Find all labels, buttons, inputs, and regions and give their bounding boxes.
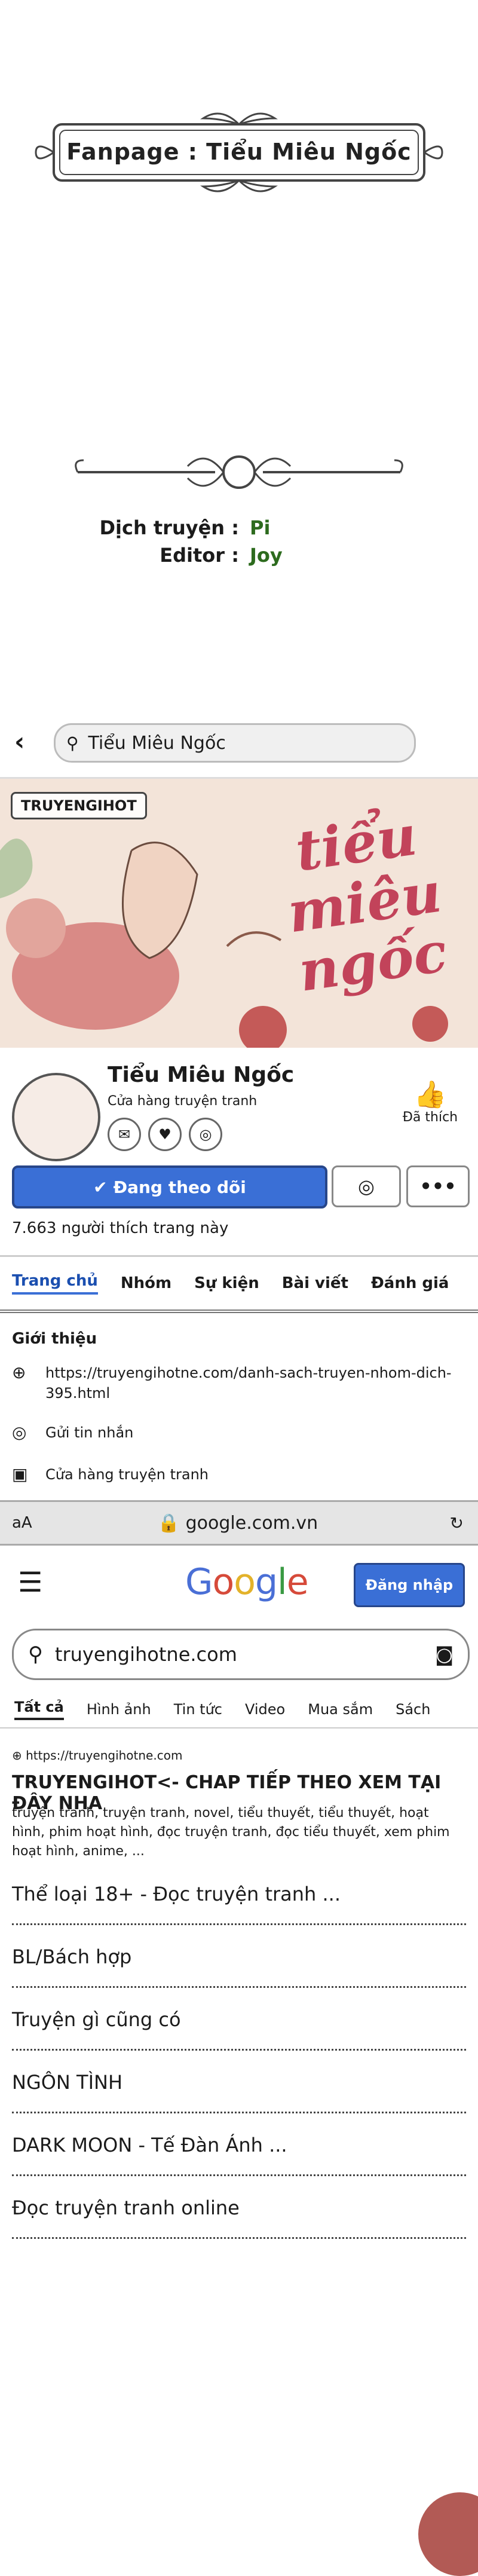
messenger-button[interactable]: ◎ xyxy=(332,1165,401,1207)
tab-books[interactable]: Sách xyxy=(396,1701,430,1718)
globe-icon: ⊕ xyxy=(12,1748,22,1763)
intro-shop-row[interactable]: ▣ Cửa hàng truyện tranh xyxy=(12,1464,452,1485)
ornament-divider xyxy=(75,455,403,489)
tab-events[interactable]: Sự kiện xyxy=(194,1274,259,1292)
follow-button[interactable]: ✔ Đang theo dõi xyxy=(12,1165,327,1209)
translator-row: Dịch truyện : Pi xyxy=(84,514,394,541)
tab-groups[interactable]: Nhóm xyxy=(121,1274,171,1292)
browser-address-bar[interactable]: aA 🔒 google.com.vn ↻ xyxy=(0,1500,478,1546)
address-url[interactable]: 🔒 google.com.vn xyxy=(158,1513,318,1534)
tab-all[interactable]: Tất cả xyxy=(14,1699,64,1720)
sitelink[interactable]: Truyện gì cũng có xyxy=(12,2008,466,2051)
sitelink[interactable]: Thể loại 18+ - Đọc truyện tranh ... xyxy=(12,1883,466,1925)
logo-letter: g xyxy=(255,1561,278,1603)
search-icon: ⚲ xyxy=(28,1642,43,1666)
tab-images[interactable]: Hình ảnh xyxy=(87,1701,151,1718)
likes-count: 7.663 người thích trang này xyxy=(12,1219,229,1237)
heart-icon[interactable]: ♥ xyxy=(148,1118,182,1151)
sitelink[interactable]: NGÔN TÌNH xyxy=(12,2071,466,2113)
sign-in-button[interactable]: Đăng nhập xyxy=(354,1563,465,1607)
tab-home[interactable]: Trang chủ xyxy=(12,1272,98,1295)
messenger-icon: ◎ xyxy=(12,1422,27,1442)
thumbs-up-icon: 👍 xyxy=(413,1079,447,1110)
menu-icon[interactable]: ☰ xyxy=(18,1566,42,1598)
liked-indicator[interactable]: 👍 Đã thích xyxy=(397,1079,463,1125)
link-icon: ⊕ xyxy=(12,1363,26,1382)
page-category: Cửa hàng truyện tranh xyxy=(108,1094,258,1109)
lock-icon: 🔒 xyxy=(157,1512,180,1534)
google-search-input[interactable]: ⚲ truyengihotne.com ◙ xyxy=(12,1629,470,1680)
reload-icon[interactable]: ↻ xyxy=(450,1513,464,1533)
tab-posts[interactable]: Bài viết xyxy=(282,1274,348,1292)
result-url[interactable]: ⊕ https://truyengihotne.com xyxy=(12,1748,182,1763)
result-snippet: truyện tranh, truyện tranh, novel, tiểu … xyxy=(12,1806,450,1859)
credits-block: Dịch truyện : Pi Editor : Joy xyxy=(84,514,394,569)
camera-icon[interactable]: ◙ xyxy=(435,1643,454,1666)
logo-letter: l xyxy=(277,1561,287,1603)
intro-message-text[interactable]: Gửi tin nhắn xyxy=(45,1422,452,1443)
intro-shop-text[interactable]: Cửa hàng truyện tranh xyxy=(45,1464,452,1485)
google-tabs: Tất cả Hình ảnh Tin tức Video Mua sắm Sá… xyxy=(0,1691,478,1728)
back-arrow-icon[interactable]: ‹ xyxy=(14,727,24,756)
logo-letter: e xyxy=(286,1561,309,1603)
google-search-text: truyengihotne.com xyxy=(54,1643,237,1666)
google-logo: Google xyxy=(185,1561,309,1603)
messenger-icon: ◎ xyxy=(358,1175,375,1198)
logo-letter: o xyxy=(234,1561,256,1603)
tab-shopping[interactable]: Mua sắm xyxy=(308,1701,373,1718)
search-icon: ⚲ xyxy=(66,733,79,753)
messenger-icon[interactable]: ✉ xyxy=(108,1118,141,1151)
tab-video[interactable]: Video xyxy=(245,1701,285,1718)
avatar[interactable] xyxy=(12,1073,100,1161)
cover-tag: TRUYENGIHOT xyxy=(11,792,147,819)
editor-value: Joy xyxy=(250,544,283,567)
cover-title: tiểu miêu ngốc xyxy=(283,803,451,1004)
follow-check-icon: ✔ xyxy=(93,1177,108,1197)
reader-mode-label[interactable]: aA xyxy=(12,1514,32,1532)
editor-key: Editor : xyxy=(160,544,239,567)
logo-letter: G xyxy=(185,1561,213,1603)
instagram-icon[interactable]: ◎ xyxy=(189,1118,222,1151)
intro-title: Giới thiệu xyxy=(12,1330,97,1348)
logo-letter: o xyxy=(212,1561,235,1603)
intro-message-row[interactable]: ◎ Gửi tin nhắn xyxy=(12,1422,452,1443)
intro-link-text[interactable]: https://truyengihotne.com/danh-sach-truy… xyxy=(45,1363,452,1403)
fanpage-label: Fanpage : Tiểu Miêu Ngốc xyxy=(66,139,412,165)
translator-key: Dịch truyện : xyxy=(99,516,239,539)
facebook-search-text: Tiểu Miêu Ngốc xyxy=(88,732,226,754)
facebook-search-input[interactable]: ⚲ Tiểu Miêu Ngốc xyxy=(54,723,416,763)
sitelink[interactable]: DARK MOON - Tế Đàn Ánh ... xyxy=(12,2134,466,2176)
follow-label: Đang theo dõi xyxy=(113,1177,246,1197)
intro-link-row[interactable]: ⊕ https://truyengihotne.com/danh-sach-tr… xyxy=(12,1363,452,1403)
result-url-text: https://truyengihotne.com xyxy=(26,1748,183,1763)
page-name: Tiểu Miêu Ngốc xyxy=(108,1063,295,1087)
reaction-icons: ✉ ♥ ◎ xyxy=(108,1118,222,1151)
more-button[interactable]: ••• xyxy=(406,1165,470,1207)
facebook-tabs: Trang chủ Nhóm Sự kiện Bài viết Đánh giá xyxy=(0,1255,478,1313)
sitelink[interactable]: BL/Bách hợp xyxy=(12,1945,466,1988)
liked-label: Đã thích xyxy=(402,1110,458,1125)
address-url-text: google.com.vn xyxy=(185,1512,318,1534)
tab-reviews[interactable]: Đánh giá xyxy=(371,1274,449,1292)
editor-row: Editor : Joy xyxy=(84,541,394,569)
translator-value: Pi xyxy=(250,516,271,539)
sitelink[interactable]: Đọc truyện tranh online xyxy=(12,2196,466,2239)
tab-news[interactable]: Tin tức xyxy=(174,1701,222,1718)
shop-icon: ▣ xyxy=(12,1464,28,1484)
decorative-shape xyxy=(418,2492,478,2576)
more-icon: ••• xyxy=(419,1175,456,1198)
